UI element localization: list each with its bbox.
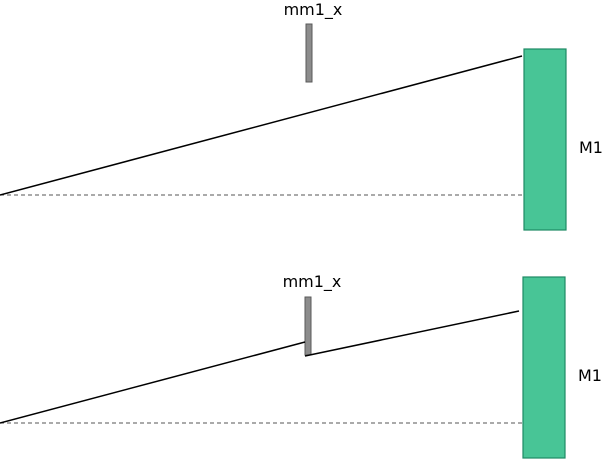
beam-ray-incoming bbox=[0, 341, 306, 424]
panel-bottom: mm1_x M1 bbox=[0, 272, 602, 459]
aperture-label: mm1_x bbox=[283, 272, 342, 292]
beam-ray bbox=[0, 55, 523, 196]
aperture-label: mm1_x bbox=[284, 0, 343, 20]
mirror-label: M1 bbox=[578, 366, 602, 385]
mirror-m1 bbox=[522, 276, 566, 459]
panel-top: mm1_x M1 bbox=[0, 0, 603, 231]
beam-ray-clipped bbox=[304, 310, 520, 357]
aperture-blade bbox=[304, 296, 312, 356]
mirror-m1 bbox=[523, 48, 567, 231]
mirror-label: M1 bbox=[579, 138, 603, 157]
aperture-blade bbox=[305, 23, 313, 83]
beam-diagram: mm1_x M1 mm1_x M1 bbox=[0, 0, 603, 459]
